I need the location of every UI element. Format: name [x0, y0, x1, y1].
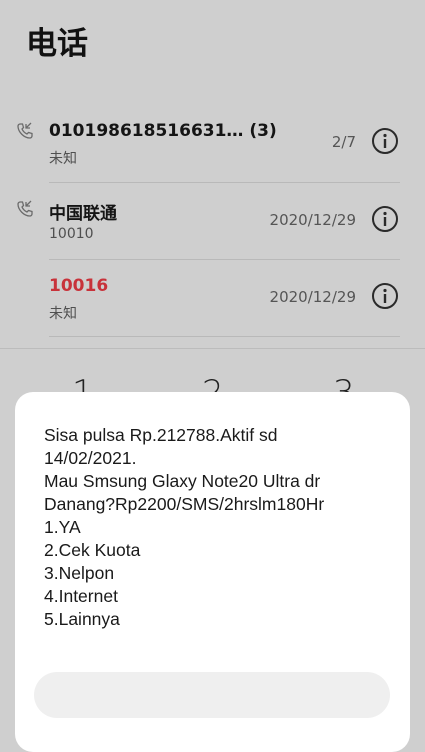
- row-divider: [49, 182, 400, 183]
- contact-subtitle: 未知: [49, 151, 77, 167]
- contact-name: 010198618516631… (3): [49, 121, 277, 141]
- message-line: Danang?Rp2200/SMS/2hrslm180Hr: [44, 494, 325, 514]
- message-line: Sisa pulsa Rp.212788.Aktif sd: [44, 425, 278, 445]
- menu-option: 5.Lainnya: [44, 609, 120, 629]
- incoming-call-icon: [16, 122, 34, 140]
- row-divider: [49, 259, 400, 260]
- row-divider: [49, 336, 400, 337]
- call-meta: 2020/12/29: [269, 211, 356, 229]
- menu-option: 2.Cek Kuota: [44, 540, 141, 560]
- message-line: Mau Smsung Glaxy Note20 Ultra dr: [44, 471, 321, 491]
- info-icon[interactable]: [371, 282, 399, 310]
- contact-name: 10016: [49, 276, 109, 296]
- contact-subtitle: 未知: [49, 306, 77, 322]
- ussd-message: Sisa pulsa Rp.212788.Aktif sd 14/02/2021…: [44, 424, 389, 631]
- call-log-row[interactable]: 010198618516631… (3) 未知 2/7: [0, 112, 425, 188]
- incoming-call-icon: [16, 200, 34, 218]
- menu-option: 3.Nelpon: [44, 563, 115, 583]
- call-log-row[interactable]: 中国联通 10010 2020/12/29: [0, 190, 425, 266]
- page-title: 电话: [26, 26, 88, 62]
- info-icon[interactable]: [371, 127, 399, 155]
- ussd-reply-input[interactable]: [34, 672, 390, 718]
- dialpad-divider: [0, 348, 425, 349]
- call-meta: 2020/12/29: [269, 288, 356, 306]
- message-line: 14/02/2021.: [44, 448, 137, 468]
- contact-name: 中国联通: [49, 204, 117, 224]
- ussd-dialog: Sisa pulsa Rp.212788.Aktif sd 14/02/2021…: [15, 392, 410, 752]
- menu-option: 4.Internet: [44, 586, 118, 606]
- call-meta: 2/7: [331, 133, 356, 151]
- menu-option: 1.YA: [44, 517, 81, 537]
- contact-subtitle: 10010: [49, 226, 94, 242]
- info-icon[interactable]: [371, 205, 399, 233]
- call-log-row[interactable]: 10016 未知 2020/12/29: [0, 267, 425, 343]
